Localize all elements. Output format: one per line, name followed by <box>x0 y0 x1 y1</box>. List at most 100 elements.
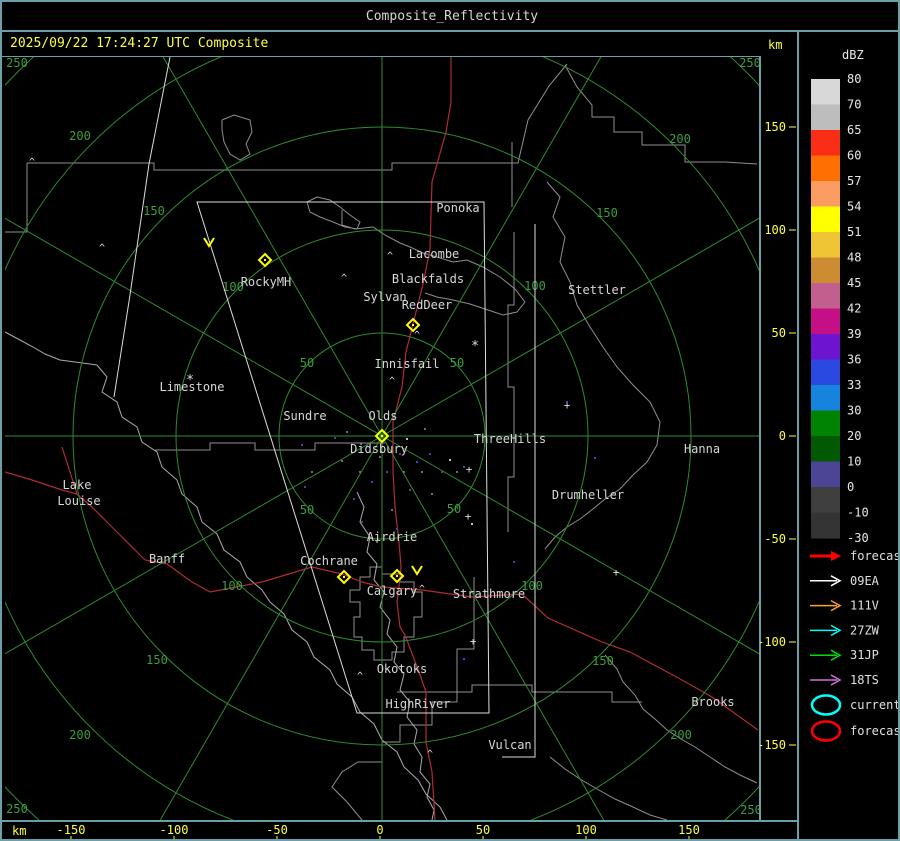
echo-dot <box>391 509 393 511</box>
legend-arrow-label: 31JP <box>850 648 879 662</box>
echo-dot <box>341 460 343 462</box>
colorbar-cell <box>811 258 840 284</box>
map-top-border <box>2 56 759 57</box>
y-axis-tick-label: 150 <box>764 120 786 134</box>
terrain-boundary <box>5 332 97 365</box>
city-label-innisfail: Innisfail <box>374 357 439 371</box>
city-label-okotoks: Okotoks <box>377 662 428 676</box>
colorbar-cell <box>811 360 840 386</box>
city-label-limestone: Limestone <box>159 380 224 394</box>
echo-dot <box>463 658 465 660</box>
range-ring-label: 50 <box>447 502 461 516</box>
caret-marker: ^ <box>419 584 425 595</box>
range-ring-label: 200 <box>669 132 691 146</box>
colorbar-threshold-label: 48 <box>847 251 861 265</box>
caret-marker: ^ <box>389 376 395 387</box>
y-axis-tick-label: -150 <box>760 738 786 752</box>
echo-dot <box>311 471 313 473</box>
legend-arrow-label: 111V <box>850 599 879 613</box>
colorbar-cell <box>811 309 840 335</box>
colorbar-threshold-label: 57 <box>847 174 861 188</box>
echo-dot <box>346 431 348 433</box>
y-axis-tick-label: 50 <box>772 326 786 340</box>
city-label-louise: Louise <box>57 494 100 508</box>
county-boundary <box>27 64 567 170</box>
city-label-stettler: Stettler <box>568 283 626 297</box>
radar-site-center-dot <box>264 259 266 261</box>
x-axis-unit-label: km <box>12 824 26 838</box>
county-boundary <box>550 757 667 820</box>
radar-site-center-dot <box>412 324 414 326</box>
legend-ellipse-label: forecast <box>850 724 900 738</box>
radar-app-window: Composite_Reflectivity 2025/09/22 17:24:… <box>0 0 900 841</box>
y-axis-tick-label: 0 <box>779 429 786 443</box>
echo-dot <box>334 437 336 439</box>
legend-ellipse-current-icon <box>812 696 840 715</box>
radar-site-center-dot <box>343 576 345 578</box>
plus-marker: + <box>470 635 477 648</box>
colorbar-threshold-label: 60 <box>847 149 861 163</box>
city-label-reddeer: RedDeer <box>402 298 453 312</box>
city-label-hanna: Hanna <box>684 442 720 456</box>
city-label-sundre: Sundre <box>283 409 326 423</box>
echo-dot <box>359 471 361 473</box>
x-axis-tick-label: -50 <box>266 823 288 837</box>
city-label-lacombe: Lacombe <box>409 247 460 261</box>
colorbar-threshold-label: 65 <box>847 123 861 137</box>
city-label-calgary: Calgary <box>367 584 418 598</box>
colorbar-threshold-label: 42 <box>847 302 861 316</box>
colorbar-cell <box>811 232 840 258</box>
echo-dot <box>441 471 443 473</box>
legend-ellipse-label: current <box>850 698 900 712</box>
echo-dot <box>456 471 458 473</box>
colorbar-cell <box>811 156 840 182</box>
range-ring-label: 150 <box>143 204 165 218</box>
range-ring-label: 50 <box>300 503 314 517</box>
colorbar-cell <box>811 207 840 233</box>
colorbar-threshold-label: -30 <box>847 531 869 545</box>
echo-dot <box>463 466 465 468</box>
caret-marker: ^ <box>99 243 105 254</box>
colorbar-threshold-label: 45 <box>847 276 861 290</box>
colorbar-threshold-label: 36 <box>847 353 861 367</box>
colorbar-threshold-label: 20 <box>847 429 861 443</box>
storm-vector-icon <box>412 566 422 574</box>
radar-site-center-dot <box>381 435 383 437</box>
echo-dot <box>361 521 363 523</box>
city-label-didsbury: Didsbury <box>350 442 408 456</box>
x-axis-tick-label: 150 <box>678 823 700 837</box>
x-axis-tick-label: 100 <box>575 823 597 837</box>
colorbar-cell <box>811 436 840 462</box>
y-axis-tick-label: 100 <box>764 223 786 237</box>
echo-dot <box>353 498 355 500</box>
city-label-lake: Lake <box>63 478 92 492</box>
range-ring-label: 50 <box>450 356 464 370</box>
range-ring-label: 200 <box>670 728 692 742</box>
range-ring-label: 200 <box>69 728 91 742</box>
plus-marker: + <box>613 566 620 579</box>
city-label-cochrane: Cochrane <box>300 554 358 568</box>
y-axis: 150100500-50-100-150 <box>760 56 797 820</box>
city-label-banff: Banff <box>149 552 185 566</box>
colorbar-cell <box>811 513 840 539</box>
range-ring-label: 250 <box>740 803 760 817</box>
range-ring-label: 200 <box>69 129 91 143</box>
plus-marker: + <box>564 399 571 412</box>
colorbar-cell <box>811 79 840 105</box>
echo-dot <box>386 471 388 473</box>
legend-arrow-label: 09EA <box>850 574 880 588</box>
range-ring-label: 150 <box>592 654 614 668</box>
y-axis-tick-label: -100 <box>760 635 786 649</box>
city-label-airdrie: Airdrie <box>367 530 418 544</box>
colorbar-threshold-label: 80 <box>847 72 861 86</box>
city-label-olds: Olds <box>369 409 398 423</box>
star-marker: * <box>471 339 479 354</box>
plus-marker: + <box>466 463 473 476</box>
radar-map[interactable]: 5050505010010010010015015015015020020020… <box>5 57 760 820</box>
range-ring-label: 150 <box>596 206 618 220</box>
echo-dot <box>371 481 373 483</box>
colorbar-threshold-label: 54 <box>847 200 861 214</box>
city-label-brooks: Brooks <box>691 695 734 709</box>
radar-site-center-dot <box>396 575 398 577</box>
county-boundary <box>222 115 252 160</box>
